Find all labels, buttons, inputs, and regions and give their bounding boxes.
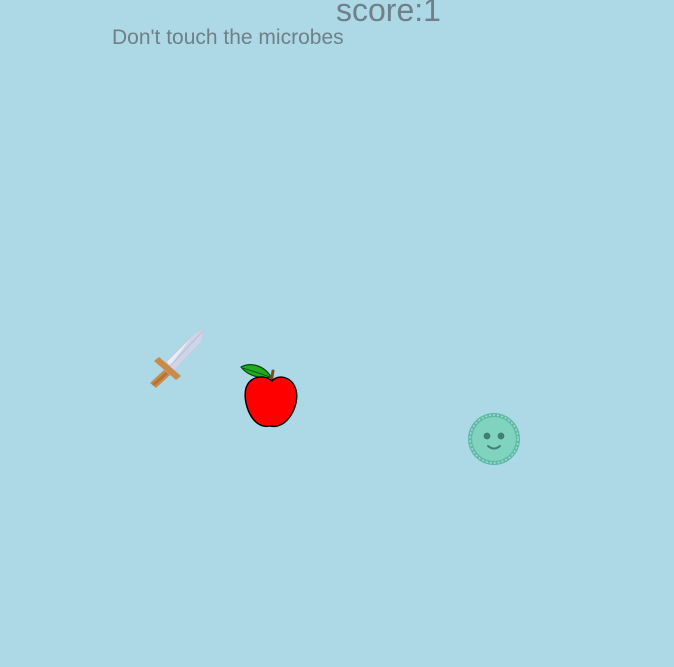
microbe-icon	[468, 413, 520, 465]
score-label: score:1	[336, 0, 441, 28]
instruction-text: Don't touch the microbes	[112, 26, 344, 49]
sword-icon[interactable]	[146, 326, 208, 392]
apple-icon	[240, 364, 298, 427]
game-canvas[interactable]: score:1 Don't touch the microbes	[0, 0, 674, 667]
